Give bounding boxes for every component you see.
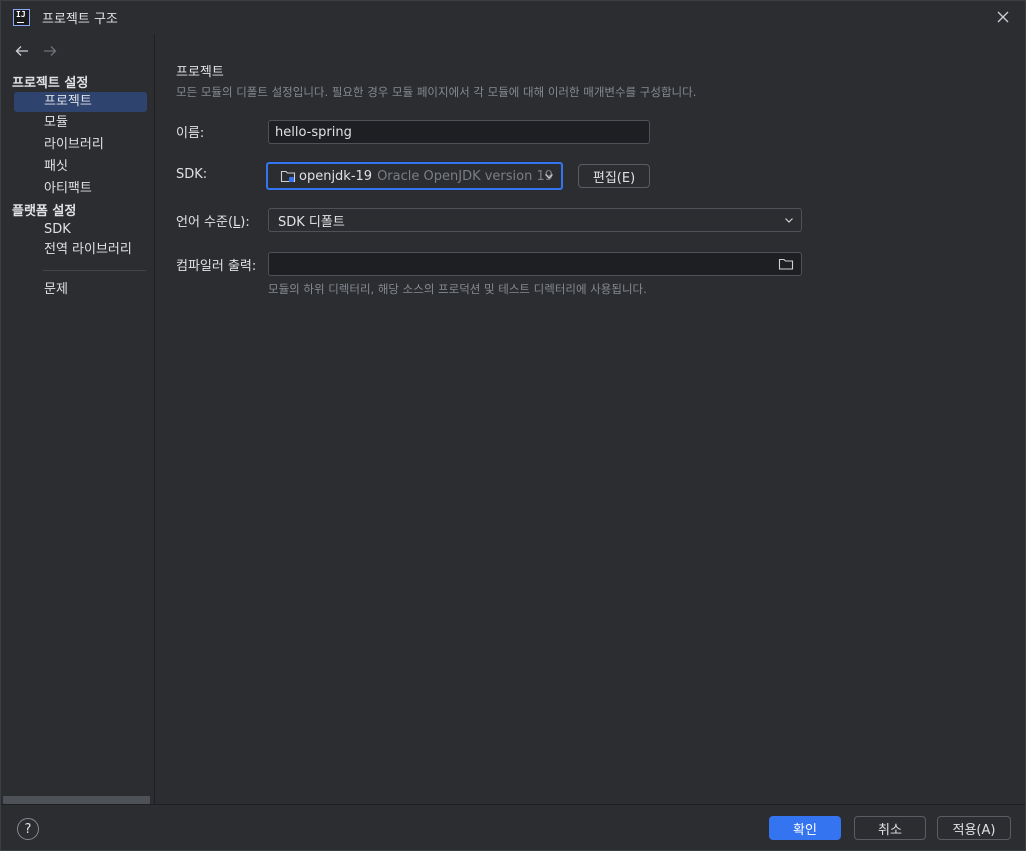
intellij-logo-icon: IJ (13, 9, 30, 26)
sdk-edit-button[interactable]: 편집(E) (578, 164, 650, 188)
sdk-name: openjdk-19 (299, 168, 373, 184)
sidebar-item-artifacts[interactable]: 아티팩트 (14, 179, 147, 199)
sdk-label: SDK: (176, 167, 208, 182)
sidebar-item-sdk[interactable]: SDK (14, 220, 147, 240)
page-title: 프로젝트 (176, 65, 224, 80)
sidebar-item-project[interactable]: 프로젝트 (14, 92, 147, 112)
sidebar-item-facets[interactable]: 패싯 (14, 157, 147, 177)
sidebar-item-problems[interactable]: 문제 (14, 280, 147, 300)
name-label: 이름: (176, 126, 205, 141)
language-level-label: 언어 수준(L): (176, 215, 250, 230)
dialog-footer: ? 확인 취소 적용(A) (1, 804, 1025, 850)
compiler-output-label: 컴파일러 출력: (176, 259, 257, 274)
cancel-button[interactable]: 취소 (854, 816, 926, 840)
main-panel: 프로젝트 모든 모듈의 디폴트 설정입니다. 필요한 경우 모듈 페이지에서 각… (156, 34, 1025, 804)
chevron-down-icon (785, 218, 793, 223)
name-input[interactable]: hello-spring (268, 120, 650, 144)
sdk-detail: Oracle OpenJDK version 19 (377, 168, 554, 184)
sidebar-divider (43, 270, 146, 271)
jdk-folder-icon (280, 170, 296, 183)
compiler-output-input[interactable] (268, 252, 802, 276)
project-structure-dialog: IJ 프로젝트 구조 프로젝트 설정 프로젝트 모듈 라이브러리 패싯 아티팩트… (0, 0, 1026, 851)
language-level-dropdown[interactable]: SDK 디폴트 (268, 208, 802, 232)
help-button[interactable]: ? (17, 818, 39, 840)
sidebar-item-libraries[interactable]: 라이브러리 (14, 135, 147, 155)
browse-folder-icon[interactable] (778, 256, 794, 272)
sidebar-item-global-libraries[interactable]: 전역 라이브러리 (14, 240, 147, 260)
forward-arrow-icon[interactable] (42, 43, 58, 59)
platform-settings-header: 플랫폼 설정 (12, 204, 77, 219)
window-title: 프로젝트 구조 (42, 12, 118, 27)
page-description: 모든 모듈의 디폴트 설정입니다. 필요한 경우 모듈 페이지에서 각 모듈에 … (176, 85, 697, 99)
project-settings-header: 프로젝트 설정 (12, 76, 89, 91)
sidebar-horizontal-scrollbar[interactable] (3, 796, 150, 804)
chevron-down-icon (545, 174, 553, 179)
title-bar: IJ 프로젝트 구조 (1, 1, 1025, 34)
language-level-value: SDK 디폴트 (278, 214, 345, 230)
sidebar: 프로젝트 설정 프로젝트 모듈 라이브러리 패싯 아티팩트 플랫폼 설정 SDK… (1, 34, 155, 804)
compiler-output-hint: 모듈의 하위 디렉터리, 해당 소스의 프로덕션 및 테스트 디렉터리에 사용됩… (268, 282, 647, 296)
sdk-dropdown[interactable]: openjdk-19 Oracle OpenJDK version 19 (266, 162, 563, 190)
close-icon[interactable] (995, 9, 1011, 25)
back-arrow-icon[interactable] (14, 43, 30, 59)
ok-button[interactable]: 확인 (769, 816, 841, 840)
nav-arrows (14, 43, 58, 59)
apply-button[interactable]: 적용(A) (937, 816, 1011, 840)
sidebar-item-modules[interactable]: 모듈 (14, 113, 147, 133)
